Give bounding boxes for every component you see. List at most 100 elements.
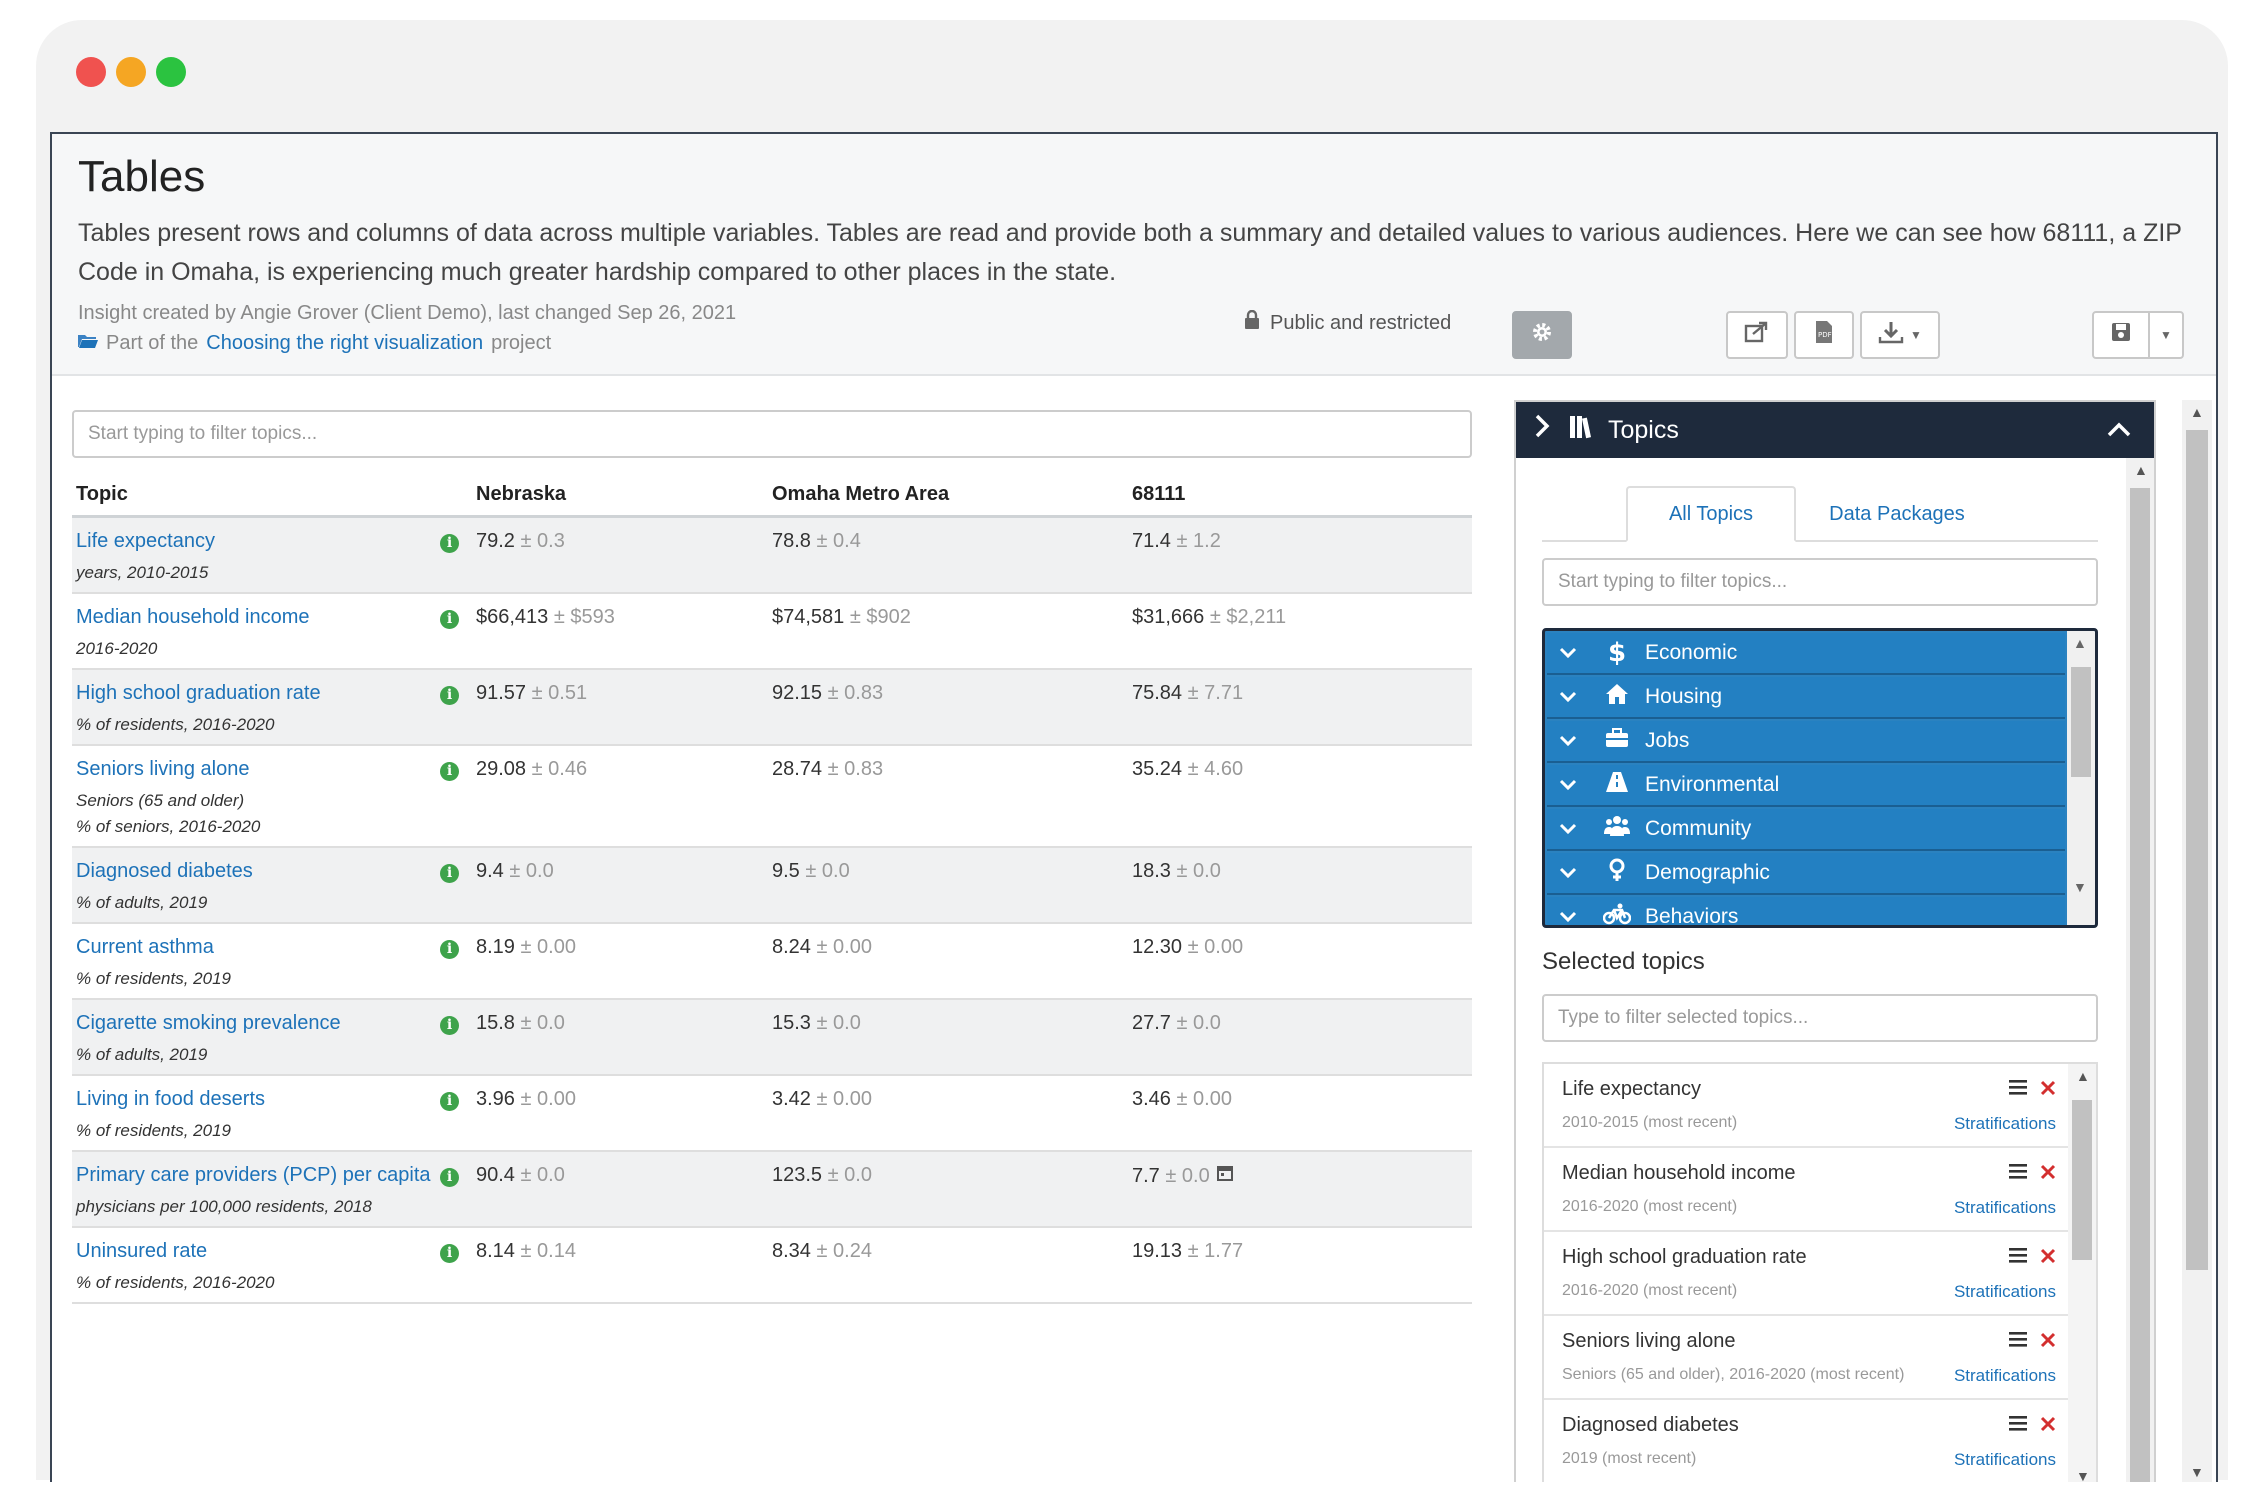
info-icon[interactable]: i [440,685,459,705]
insight-header: Tables Tables present rows and columns o… [52,134,2216,376]
chevron-down-icon[interactable] [1559,731,1589,752]
chevron-down-icon[interactable] [1559,643,1589,664]
value: 15.8 [476,1011,515,1034]
topic-link[interactable]: Current asthma [76,936,468,959]
topic-link[interactable]: Diagnosed diabetes [76,860,468,883]
scroll-up-icon[interactable]: ▲ [2190,404,2204,420]
scroll-thumb[interactable] [2186,430,2208,1270]
selected-topic-name: Median household income [1562,1162,1796,1184]
drag-handle-icon[interactable] [2008,1160,2028,1186]
topic-link[interactable]: Median household income [76,606,468,629]
info-icon[interactable]: i [440,1243,459,1263]
info-icon[interactable]: i [440,609,459,629]
share-button[interactable] [1726,311,1788,359]
info-icon[interactable]: i [440,761,459,781]
info-icon[interactable]: i [440,1015,459,1035]
topics-filter-input[interactable]: Start typing to filter topics... [1542,558,2098,606]
chevron-down-icon[interactable] [1559,819,1589,840]
tab-data-packages[interactable]: Data Packages [1812,486,1982,542]
value-cell: $31,666 ± $2,211 [1128,592,1472,670]
category-economic[interactable]: $ Economic [1547,633,2065,675]
share-icon [1744,320,1770,350]
dollar-icon: $ [1607,638,1627,668]
value: 71.4 [1132,529,1171,552]
topic-subtitle: % of adults, 2019 [76,892,208,912]
value-cell: 123.5 ± 0.0 [768,1150,1128,1228]
project-link[interactable]: Choosing the right visualization [206,332,483,355]
topic-link[interactable]: Cigarette smoking prevalence [76,1012,468,1035]
info-icon[interactable]: i [440,939,459,959]
scroll-thumb[interactable] [2130,488,2150,1482]
chevron-down-icon[interactable] [1559,775,1589,796]
topic-subtitle: % of residents, 2019 [76,968,231,988]
scroll-thumb[interactable] [2072,1100,2092,1260]
stratifications-link[interactable]: Stratifications [1954,1198,2056,1218]
table-filter-input[interactable]: Start typing to filter topics... [72,410,1472,458]
remove-icon[interactable] [2040,1412,2056,1438]
category-demographic[interactable]: Demographic [1547,853,2065,895]
drag-handle-icon[interactable] [2008,1328,2028,1354]
topic-link[interactable]: High school graduation rate [76,682,468,705]
panel-scrollbar[interactable]: ▲ [2126,458,2154,1482]
remove-icon[interactable] [2040,1244,2056,1270]
category-jobs[interactable]: Jobs [1547,721,2065,763]
chevron-down-icon[interactable] [1559,907,1589,926]
chevron-right-icon[interactable] [1534,413,1550,447]
margin-of-error: ± 0.00 [520,1087,576,1110]
close-window-dot[interactable] [76,57,106,87]
save-button[interactable] [2092,311,2150,359]
info-icon[interactable]: i [440,1091,459,1111]
scroll-down-icon[interactable]: ▼ [2190,1464,2204,1480]
scroll-down-icon[interactable]: ▼ [2076,1468,2090,1482]
value: 75.84 [1132,681,1183,704]
scroll-up-icon[interactable]: ▲ [2076,1068,2090,1084]
calendar-icon[interactable] [1216,1164,1234,1187]
chevron-down-icon[interactable] [1559,863,1589,884]
topic-subtitle: 2016-2020 [76,638,158,658]
topic-link[interactable]: Primary care providers (PCP) per capita [76,1164,468,1187]
category-community[interactable]: Community [1547,809,2065,851]
drag-handle-icon[interactable] [2008,1412,2028,1438]
drag-handle-icon[interactable] [2008,1076,2028,1102]
topic-subtitle: Seniors (65 and older) [76,790,245,810]
page-scrollbar[interactable]: ▲ ▼ [2182,400,2212,1482]
drag-handle-icon[interactable] [2008,1244,2028,1270]
scroll-up-icon[interactable]: ▲ [2134,462,2148,478]
project-prefix: Part of the [106,332,199,354]
stratifications-link[interactable]: Stratifications [1954,1282,2056,1302]
categories-scrollbar[interactable]: ▲ ▼ [2067,631,2095,925]
category-behaviors[interactable]: Behaviors [1547,897,2065,926]
margin-of-error: ± 0.24 [816,1239,872,1262]
selected-scrollbar[interactable]: ▲ ▼ [2068,1064,2096,1482]
stratifications-link[interactable]: Stratifications [1954,1450,2056,1470]
category-housing[interactable]: Housing [1547,677,2065,719]
scroll-thumb[interactable] [2071,667,2091,777]
table-row: High school graduation rate % of resident… [72,668,1472,746]
topic-link[interactable]: Uninsured rate [76,1240,468,1263]
maximize-window-dot[interactable] [156,57,186,87]
topic-link[interactable]: Living in food deserts [76,1088,468,1111]
settings-button[interactable] [1512,311,1572,359]
tab-all-topics[interactable]: All Topics [1626,486,1796,542]
scroll-up-icon[interactable]: ▲ [2073,635,2087,651]
road-icon [1599,771,1635,799]
pdf-button[interactable]: PDF [1794,311,1854,359]
category-environmental[interactable]: Environmental [1547,765,2065,807]
save-options-button[interactable]: ▼ [2148,311,2184,359]
remove-icon[interactable] [2040,1328,2056,1354]
topic-link[interactable]: Seniors living alone [76,758,468,781]
scroll-down-icon[interactable]: ▼ [2073,879,2087,895]
info-icon[interactable]: i [440,533,459,553]
remove-icon[interactable] [2040,1160,2056,1186]
info-icon[interactable]: i [440,863,459,883]
stratifications-link[interactable]: Stratifications [1954,1366,2056,1386]
chevron-up-icon[interactable] [2106,412,2132,446]
remove-icon[interactable] [2040,1076,2056,1102]
selected-topics-filter-input[interactable]: Type to filter selected topics... [1542,994,2098,1042]
chevron-down-icon[interactable] [1559,687,1589,708]
topic-link[interactable]: Life expectancy [76,530,468,553]
stratifications-link[interactable]: Stratifications [1954,1114,2056,1134]
download-button[interactable]: ▼ [1860,311,1940,359]
minimize-window-dot[interactable] [116,57,146,87]
info-icon[interactable]: i [440,1167,459,1187]
